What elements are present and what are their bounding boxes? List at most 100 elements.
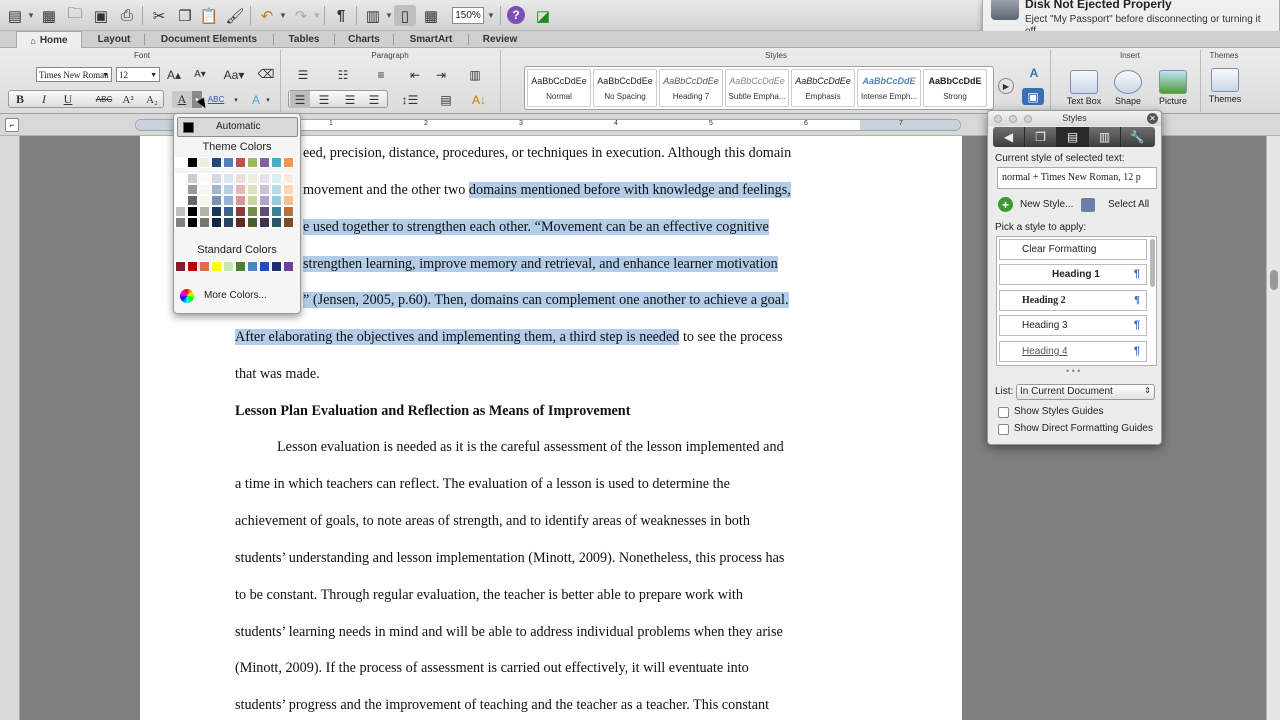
numbering-icon[interactable]: ☷ [330, 66, 356, 83]
color-swatch[interactable] [175, 195, 186, 206]
align-left-icon[interactable]: ☰ [290, 91, 310, 108]
color-swatch[interactable] [211, 157, 222, 168]
decrease-indent-icon[interactable]: ⇤ [404, 66, 426, 83]
insert-shape[interactable]: Shape [1108, 70, 1148, 106]
superscript-icon[interactable]: A² [118, 91, 138, 108]
color-swatch[interactable] [283, 217, 294, 228]
color-swatch[interactable] [223, 157, 234, 168]
more-colors-option[interactable]: More Colors... [178, 287, 298, 305]
color-swatch[interactable] [187, 157, 198, 168]
style-item-heading-4[interactable]: Heading 4 ¶ [999, 341, 1147, 362]
insert-picture[interactable]: Picture [1150, 70, 1196, 106]
color-swatch[interactable] [223, 195, 234, 206]
color-swatch[interactable] [271, 217, 282, 228]
help-icon[interactable]: ? [507, 6, 525, 24]
paste-icon[interactable]: 📋 [198, 5, 220, 26]
color-swatch[interactable] [271, 173, 282, 184]
color-swatch[interactable] [223, 184, 234, 195]
sort-icon[interactable]: A↓ [466, 91, 492, 108]
cut-icon[interactable]: ✂ [148, 5, 170, 26]
color-swatch[interactable] [199, 195, 210, 206]
back-icon[interactable]: ◀ [993, 127, 1025, 147]
multilevel-list-icon[interactable]: ≡ [368, 66, 394, 83]
color-swatch[interactable] [175, 206, 186, 217]
sidebar-dropdown-icon[interactable]: ▼ [384, 5, 394, 26]
tab-smartart[interactable]: SmartArt [395, 31, 467, 48]
color-swatch[interactable] [187, 195, 198, 206]
strikethrough-icon[interactable]: ABC [94, 91, 114, 108]
add-note-icon[interactable]: ◪ [532, 5, 554, 26]
color-swatch[interactable] [235, 184, 246, 195]
color-swatch[interactable] [235, 173, 246, 184]
text-effects-dropdown-icon[interactable]: ▾ [264, 91, 272, 108]
color-swatch[interactable] [199, 206, 210, 217]
align-right-icon[interactable]: ☰ [340, 91, 360, 108]
color-swatch[interactable] [271, 184, 282, 195]
zoom-field[interactable]: 150% [452, 7, 484, 24]
clear-formatting-icon[interactable]: ⌫ [256, 65, 276, 82]
color-swatch[interactable] [175, 157, 186, 168]
bullets-icon[interactable]: ☰ [290, 66, 316, 83]
color-swatch[interactable] [247, 206, 258, 217]
color-swatch[interactable] [283, 157, 294, 168]
scrollbar-thumb[interactable] [1270, 270, 1278, 290]
tab-document-elements[interactable]: Document Elements [146, 31, 272, 48]
grow-font-icon[interactable]: A▴ [164, 66, 184, 83]
color-swatch[interactable] [247, 157, 258, 168]
color-swatch[interactable] [187, 261, 198, 272]
color-swatch[interactable] [199, 217, 210, 228]
style-tile-heading-7[interactable]: AaBbCcDdEe Heading 7 [659, 69, 723, 107]
template-gallery-icon[interactable]: ▦ [38, 5, 60, 26]
highlight-dropdown-icon[interactable]: ▾ [232, 91, 240, 108]
color-swatch[interactable] [223, 217, 234, 228]
style-item-heading-3[interactable]: Heading 3 ¶ [999, 315, 1147, 336]
color-swatch[interactable] [283, 195, 294, 206]
style-tile-no-spacing[interactable]: AaBbCcDdEe No Spacing [593, 69, 657, 107]
manage-styles-icon[interactable]: ▣ [1022, 88, 1044, 105]
color-swatch[interactable] [247, 261, 258, 272]
style-tile-intense-emphasis[interactable]: AaBbCcDdE Intense Emph... [857, 69, 921, 107]
styles-tab-icon[interactable]: ▤ [1057, 127, 1089, 147]
color-swatch[interactable] [199, 157, 210, 168]
minimize-window-icon[interactable] [1009, 115, 1017, 123]
color-swatch[interactable] [211, 184, 222, 195]
print-icon[interactable]: ⎙ [116, 5, 138, 26]
color-swatch[interactable] [175, 184, 186, 195]
color-swatch[interactable] [175, 217, 186, 228]
color-swatch[interactable] [235, 157, 246, 168]
styles-pane-icon[interactable]: A [1022, 64, 1046, 81]
automatic-color-option[interactable]: Automatic [177, 117, 298, 137]
color-swatch[interactable] [223, 206, 234, 217]
color-swatch[interactable] [211, 217, 222, 228]
tab-home[interactable]: ⌂ Home [16, 31, 82, 49]
zoom-dropdown-icon[interactable]: ▼ [486, 5, 496, 26]
gallery-next-icon[interactable]: ▶ [998, 78, 1014, 94]
color-swatch[interactable] [211, 206, 222, 217]
print-layout-icon[interactable]: ▯ [394, 5, 416, 26]
color-swatch[interactable] [259, 157, 270, 168]
color-swatch[interactable] [271, 195, 282, 206]
bold-icon[interactable]: B [10, 91, 30, 108]
color-swatch[interactable] [283, 206, 294, 217]
color-swatch[interactable] [187, 173, 198, 184]
color-swatch[interactable] [283, 173, 294, 184]
sidebar-icon[interactable]: ▥ [362, 5, 384, 26]
redo-dropdown-icon[interactable]: ▼ [312, 5, 322, 26]
list-filter-select[interactable]: In Current Document ⇕ [1016, 384, 1155, 400]
change-case-icon[interactable]: Aa▾ [220, 66, 248, 83]
color-swatch[interactable] [187, 217, 198, 228]
vertical-scrollbar[interactable] [1266, 136, 1280, 720]
color-swatch[interactable] [187, 206, 198, 217]
redo-icon[interactable]: ↷ [290, 5, 312, 26]
insert-text-box[interactable]: Text Box [1060, 70, 1108, 106]
justify-icon[interactable]: ☰ [364, 91, 384, 108]
undo-dropdown-icon[interactable]: ▼ [278, 5, 288, 26]
color-swatch[interactable] [259, 184, 270, 195]
color-swatch[interactable] [175, 173, 186, 184]
object-palette-icon[interactable]: ❐ [1025, 127, 1057, 147]
color-swatch[interactable] [235, 261, 246, 272]
text-effects-icon[interactable]: A [246, 91, 266, 108]
font-name-field[interactable]: Times New Roman ▼ [36, 67, 112, 82]
color-swatch[interactable] [271, 157, 282, 168]
resize-grip-icon[interactable]: • • • [1066, 366, 1080, 376]
